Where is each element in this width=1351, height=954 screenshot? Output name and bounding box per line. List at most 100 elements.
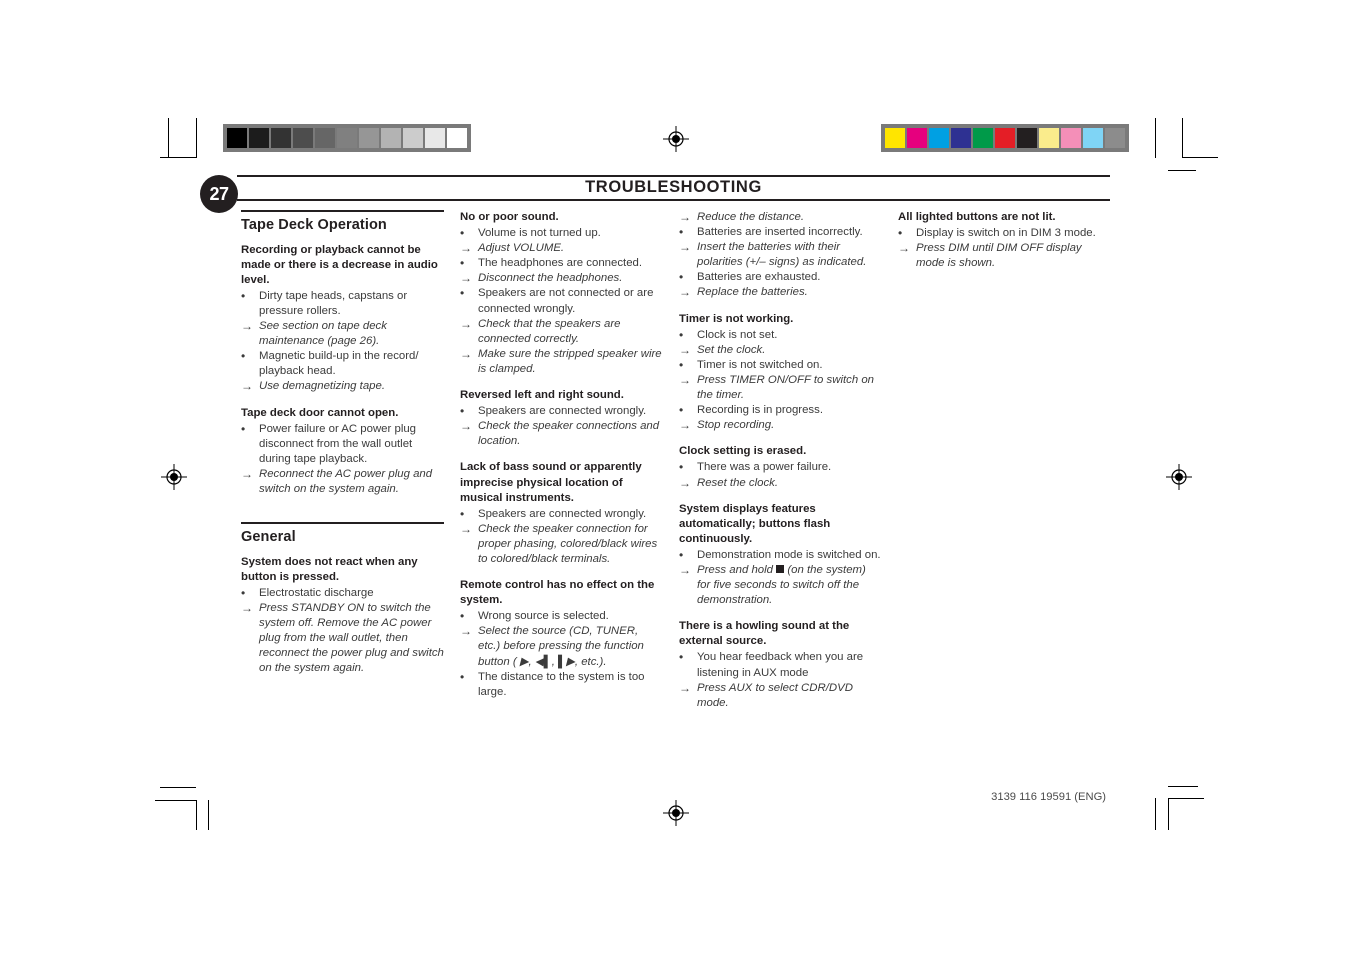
section-rule xyxy=(241,522,444,524)
cause-item: • Demonstration mode is switched on. xyxy=(679,548,882,563)
color-calibration-bar xyxy=(881,124,1129,152)
cause-text: Display is switch on in DIM 3 mode. xyxy=(916,227,1096,240)
arrow-icon: → xyxy=(679,475,691,490)
grayscale-swatch-8 xyxy=(403,128,423,148)
solution-text: See section on tape deck maintenance (pa… xyxy=(259,320,387,348)
bullet-icon: • xyxy=(679,225,684,240)
troubleshooting-entry: System displays features automatically; … xyxy=(679,502,882,609)
solution-item: → Stop recording. xyxy=(679,418,882,433)
solution-text: Replace the batteries. xyxy=(697,286,808,299)
solution-text: Stop recording. xyxy=(697,419,775,432)
solution-item: → Reconnect the AC power plug and switch … xyxy=(241,467,444,497)
solution-item: → Reset the clock. xyxy=(679,476,882,491)
cause-item: • Clock is not set. xyxy=(679,328,882,343)
cause-item: • Volume is not turned up. xyxy=(460,226,663,241)
color-swatch-2 xyxy=(929,128,949,148)
cause-text: Timer is not switched on. xyxy=(697,358,823,371)
problem-item-list: • Display is switch on in DIM 3 mode. → Pre… xyxy=(898,226,1101,271)
cause-text: Volume is not turned up. xyxy=(478,227,601,240)
bullet-icon: • xyxy=(679,547,684,562)
cause-text: There was a power failure. xyxy=(697,461,832,474)
cause-item: • Display is switch on in DIM 3 mode. xyxy=(898,226,1101,241)
crop-mark-bottom-right-vertical-outer xyxy=(1168,798,1169,830)
bullet-icon: • xyxy=(898,226,903,241)
crop-mark-bottom-right-horizontal-a xyxy=(1168,786,1198,787)
solution-text: Make sure the stripped speaker wire is c… xyxy=(478,347,662,375)
problem-item-list: → Reduce the distance. • Batteries are inse… xyxy=(679,210,882,301)
stop-icon xyxy=(776,564,785,573)
solution-text: Check the speaker connections and locati… xyxy=(478,420,660,448)
problem-title: Reversed left and right sound. xyxy=(460,389,624,402)
troubleshooting-entry: No or poor sound. • Volume is not turned u… xyxy=(460,210,663,377)
cause-item: • Wrong source is selected. xyxy=(460,609,663,624)
grayscale-swatch-7 xyxy=(381,128,401,148)
cause-item: • Recording is in progress. xyxy=(679,403,882,418)
cause-text: Demonstration mode is switched on. xyxy=(697,548,881,561)
troubleshooting-entry: Clock setting is erased. • There was a pow… xyxy=(679,444,882,490)
registration-target-right-middle xyxy=(1166,464,1192,490)
bullet-icon: • xyxy=(460,256,465,271)
arrow-icon: → xyxy=(460,241,472,256)
arrow-icon: → xyxy=(241,466,253,481)
cause-text: Electrostatic discharge xyxy=(259,586,374,599)
solution-item: → Check the speaker connections and locat… xyxy=(460,419,663,449)
solution-text: Press AUX to select CDR/DVD mode. xyxy=(697,681,853,709)
color-swatch-8 xyxy=(1061,128,1081,148)
cause-item: • Speakers are not connected or are conne… xyxy=(460,286,663,316)
content-columns: Tape Deck Operation Recording or playback… xyxy=(241,210,1116,722)
cause-item: • Batteries are inserted incorrectly. xyxy=(679,225,882,240)
content-column-3: → Reduce the distance. • Batteries are inse… xyxy=(679,210,882,722)
solution-item: → Press DIM until DIM OFF display mode is… xyxy=(898,241,1101,271)
problem-title: Lack of bass sound or apparently impreci… xyxy=(460,461,642,504)
crop-mark-top-left-vertical-inner xyxy=(196,118,197,158)
cause-text: Batteries are inserted incorrectly. xyxy=(697,226,863,239)
cause-item: • Speakers are connected wrongly. xyxy=(460,404,663,419)
problem-item-list: • Wrong source is selected. → Select the so… xyxy=(460,609,663,700)
troubleshooting-entry: All lighted buttons are not lit. • Display… xyxy=(898,210,1101,271)
page-number-badge: 27 xyxy=(200,175,238,213)
bullet-icon: • xyxy=(679,327,684,342)
crop-mark-bottom-left-horizontal-b xyxy=(155,800,196,801)
bullet-icon: • xyxy=(460,506,465,521)
cause-item: • Magnetic build-up in the record/ playba… xyxy=(241,349,444,379)
arrow-icon: → xyxy=(679,562,691,577)
solution-text: Press DIM until DIM OFF display mode is … xyxy=(916,242,1082,270)
grayscale-swatch-2 xyxy=(271,128,291,148)
problem-item-list: • Speakers are connected wrongly. → Check t… xyxy=(460,404,663,449)
problem-title: There is a howling sound at the external… xyxy=(679,620,850,648)
solution-text: Select the source (CD, TUNER, etc.) befo… xyxy=(478,625,644,668)
color-swatch-0 xyxy=(885,128,905,148)
solution-text: Reduce the distance. xyxy=(697,211,805,223)
problem-title: Clock setting is erased. xyxy=(679,445,807,458)
troubleshooting-entry: Recording or playback cannot be made or … xyxy=(241,243,444,395)
arrow-icon: → xyxy=(460,521,472,536)
cause-item: • Power failure or AC power plug disconne… xyxy=(241,422,444,467)
troubleshooting-entry: Timer is not working. • Clock is not set. →… xyxy=(679,312,882,434)
problem-item-list: • Volume is not turned up. → Adjust VOLUME.… xyxy=(460,226,663,377)
arrow-icon: → xyxy=(679,210,691,224)
arrow-icon: → xyxy=(460,624,472,639)
cause-text: Speakers are connected wrongly. xyxy=(478,507,647,520)
page-title: TROUBLESHOOTING xyxy=(585,178,762,196)
solution-text: Reset the clock. xyxy=(697,476,779,489)
bullet-icon: • xyxy=(241,349,246,364)
solution-item: → Reduce the distance. xyxy=(679,210,882,225)
grayscale-swatch-10 xyxy=(447,128,467,148)
arrow-icon: → xyxy=(679,680,691,695)
solution-item: → Press TIMER ON/OFF to switch on the tim… xyxy=(679,373,882,403)
grayscale-swatch-5 xyxy=(337,128,357,148)
solution-text: Check that the speakers are connected co… xyxy=(478,317,621,345)
arrow-icon: → xyxy=(679,285,691,300)
troubleshooting-entry: Remote control has no effect on the syst… xyxy=(460,578,663,700)
grayscale-swatch-4 xyxy=(315,128,335,148)
cause-text: Batteries are exhausted. xyxy=(697,271,821,284)
arrow-icon: → xyxy=(898,241,910,256)
crop-mark-top-left-horizontal xyxy=(160,157,196,158)
problem-item-list: • You hear feedback when you are listenin… xyxy=(679,650,882,710)
grayscale-swatch-9 xyxy=(425,128,445,148)
cause-text: Speakers are not connected or are connec… xyxy=(478,287,654,315)
cause-item: • The distance to the system is too large… xyxy=(460,670,663,700)
solution-item: → Make sure the stripped speaker wire is … xyxy=(460,347,663,377)
troubleshooting-entry: Tape deck door cannot open. • Power failur… xyxy=(241,406,444,498)
